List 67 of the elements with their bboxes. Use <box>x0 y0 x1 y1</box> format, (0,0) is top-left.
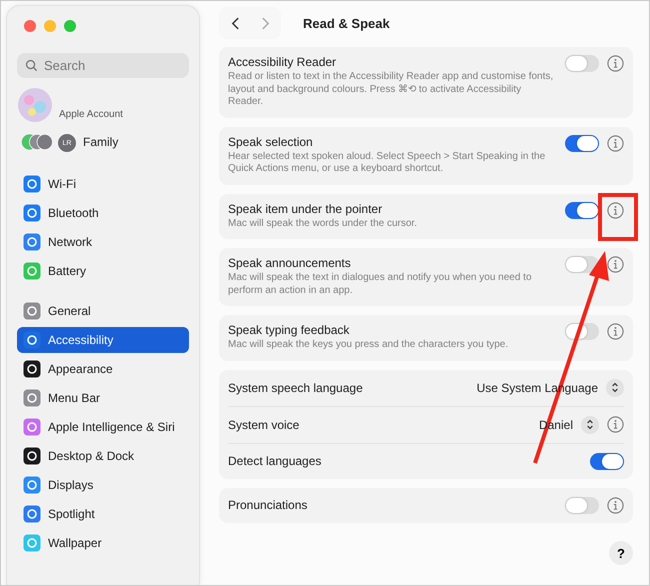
sidebar-item[interactable]: Bluetooth <box>17 200 189 226</box>
close-button[interactable] <box>24 20 36 32</box>
settings-pane-icon <box>23 331 41 349</box>
annotation-highlight <box>598 193 638 241</box>
settings-pane-icon <box>23 389 41 407</box>
settings-pane-icon <box>23 505 41 523</box>
popup-button[interactable] <box>581 416 599 434</box>
settings-pane-icon <box>23 262 41 280</box>
help-button[interactable]: ? <box>609 541 633 565</box>
sidebar-item[interactable]: Displays <box>17 472 189 498</box>
settings-pane-icon <box>23 360 41 378</box>
toggle-switch[interactable] <box>565 134 599 152</box>
popup-button[interactable] <box>606 378 624 396</box>
account-subtitle: Apple Account <box>59 109 123 120</box>
settings-pane-icon <box>23 175 41 193</box>
settings-pane-icon <box>23 233 41 251</box>
up-down-chevron-icon <box>611 382 619 393</box>
info-icon[interactable] <box>607 202 624 218</box>
setting-description: Mac will speak the text in dialogues and notify you when you need to perform an action in an app. <box>228 272 533 297</box>
toggle-switch[interactable] <box>565 55 599 72</box>
info-icon[interactable] <box>607 134 624 152</box>
setting-description: Read or listen to text in the Accessibility Reader app and customise fonts, layout and background colours. Press ⌘⟲ to activate Accessibility Reader. <box>228 71 554 108</box>
search-field[interactable]: Search <box>17 53 189 78</box>
sidebar-item[interactable]: Accessibility <box>17 327 189 353</box>
window-title: Read & Speak <box>303 16 390 30</box>
setting-label: Speak item under the pointer <box>228 202 384 216</box>
info-icon[interactable] <box>607 55 624 72</box>
setting-description: Mac will speak the words under the cursor. <box>228 218 417 230</box>
toggle-switch[interactable] <box>565 202 599 218</box>
sidebar-item[interactable]: Battery <box>17 258 189 284</box>
sidebar-item[interactable]: Network <box>17 229 189 255</box>
info-icon[interactable] <box>607 416 624 433</box>
sidebar-item[interactable]: Spotlight <box>17 501 189 527</box>
setting-label: Speak announcements <box>228 256 352 270</box>
info-icon[interactable] <box>607 323 624 340</box>
sidebar-item[interactable]: Wi-Fi <box>17 171 189 197</box>
setting-description: Mac will speak the keys you press and the characters you type. <box>228 339 508 352</box>
chevron-left-icon <box>230 16 240 30</box>
chevron-right-icon <box>260 16 270 30</box>
sidebar-item[interactable]: General <box>17 298 189 324</box>
toggle-switch[interactable] <box>565 256 599 273</box>
toggle-switch[interactable] <box>590 452 624 470</box>
setting-label: Speak typing feedback <box>228 323 350 337</box>
info-icon[interactable] <box>607 256 624 273</box>
family-label[interactable]: Family <box>83 135 118 149</box>
sidebar-item[interactable]: Apple Intelligence & Siri <box>17 414 189 440</box>
setting-label: Accessibility Reader <box>228 55 338 69</box>
toggle-switch[interactable] <box>565 496 599 514</box>
setting-label: Pronunciations <box>228 498 308 512</box>
settings-pane-icon <box>23 447 41 465</box>
setting-label: System speech language <box>228 380 363 394</box>
sidebar-item[interactable]: Wallpaper <box>17 530 189 556</box>
sidebar-item[interactable]: Appearance <box>17 356 189 382</box>
sidebar-item[interactable]: Menu Bar <box>17 385 189 411</box>
sidebar-item[interactable]: Desktop & Dock <box>17 443 189 469</box>
settings-pane-icon <box>23 476 41 494</box>
setting-label: Detect languages <box>228 454 322 468</box>
settings-pane-icon <box>23 302 41 320</box>
settings-pane-icon <box>23 418 41 436</box>
setting-label: Speak selection <box>228 134 314 148</box>
up-down-chevron-icon <box>586 419 594 430</box>
setting-label: System voice <box>228 418 300 432</box>
info-icon[interactable] <box>607 496 624 514</box>
settings-pane-icon <box>23 534 41 552</box>
settings-pane-icon <box>23 204 41 222</box>
search-icon <box>25 59 38 72</box>
setting-description: Hear selected text spoken aloud. Select Speech > Start Speaking in the Quick Actions menu, or use a keyboard shortcut. <box>228 150 546 176</box>
